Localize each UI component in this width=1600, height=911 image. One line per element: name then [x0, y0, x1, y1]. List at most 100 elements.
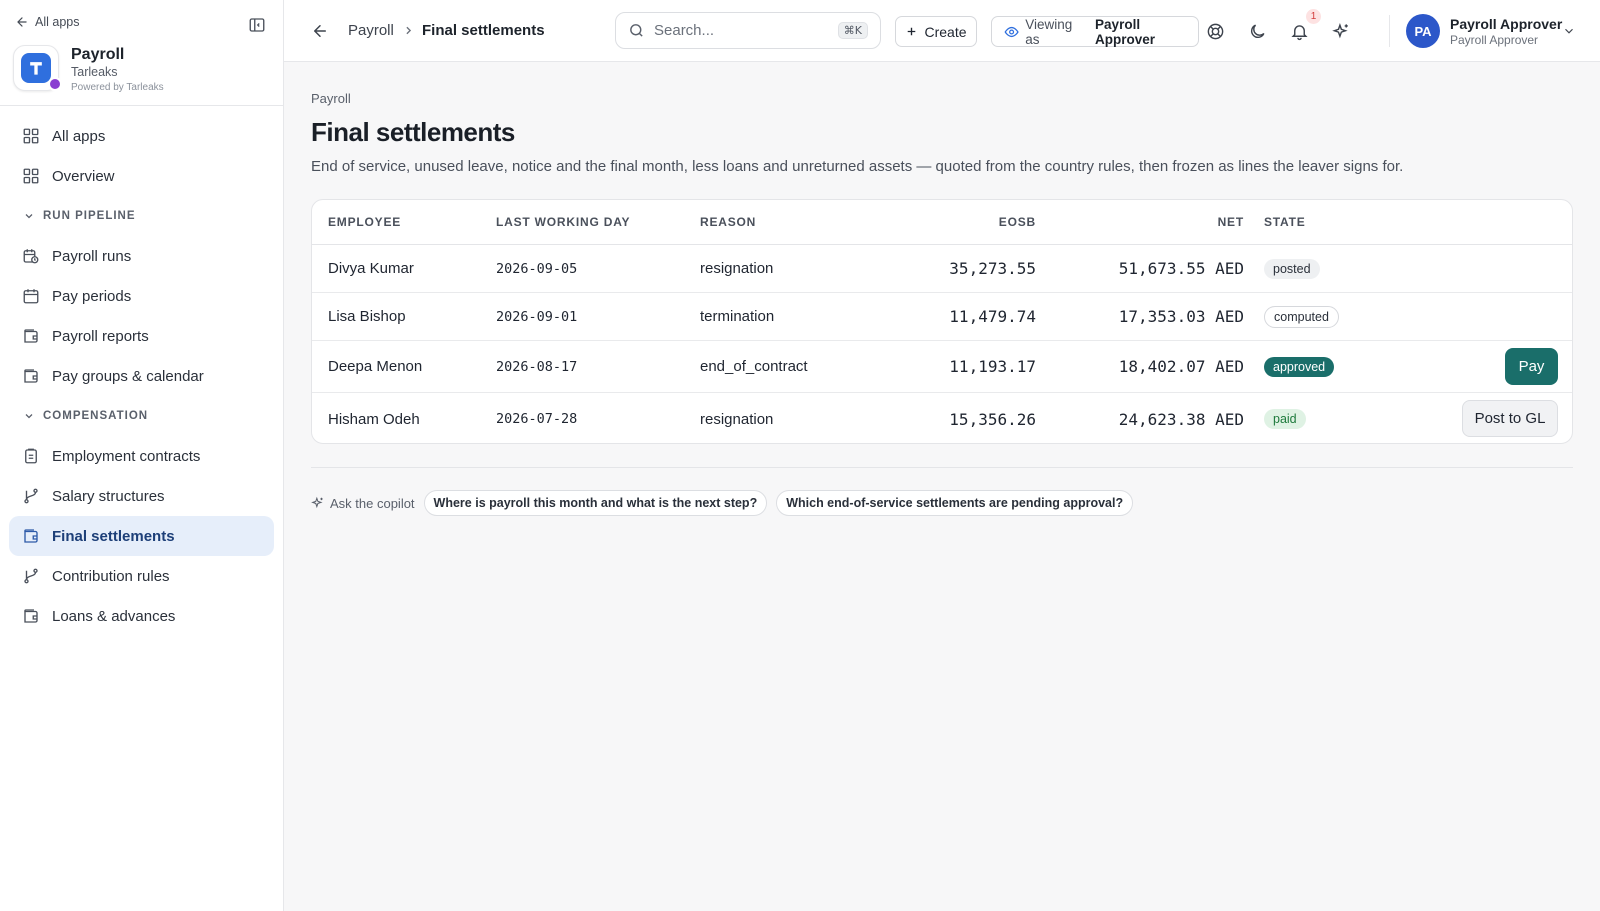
column-header-eosb[interactable]: EOSB	[976, 200, 1036, 244]
breadcrumb-payroll[interactable]: Payroll	[348, 22, 394, 39]
sidebar-item-pay-periods[interactable]: Pay periods	[9, 276, 274, 316]
sidebar-nav: All apps Overview RUN PIPELINE Payroll r…	[0, 106, 283, 636]
viewing-as-button[interactable]: Viewing as Payroll Approver	[991, 16, 1199, 47]
sidebar-item-all-apps[interactable]: All apps	[9, 116, 274, 156]
sidebar-item-label: Loans & advances	[52, 607, 176, 625]
sidebar-item-label: Payroll runs	[52, 247, 132, 265]
net-amount: 24,623.38 AED	[1118, 409, 1244, 429]
main-area: Payroll Final settlements ⌘K Create View…	[284, 0, 1600, 911]
section-title: RUN PIPELINE	[43, 210, 136, 222]
table-row[interactable]: Divya Kumar 2026-09-05 resignation 35,27…	[312, 245, 1572, 293]
chevron-down-icon[interactable]	[1562, 24, 1576, 38]
page-breadcrumb[interactable]: Payroll	[311, 91, 351, 106]
sidebar-item-loans-advances[interactable]: Loans & advances	[9, 596, 274, 636]
back-button[interactable]	[308, 19, 332, 43]
collapse-sidebar-button[interactable]	[246, 14, 268, 36]
table-row[interactable]: Deepa Menon 2026-08-17 end_of_contract 1…	[312, 341, 1572, 393]
user-name[interactable]: Payroll Approver	[1450, 16, 1562, 32]
branch-icon	[21, 566, 41, 586]
pay-button[interactable]: Pay	[1505, 348, 1558, 385]
wallet-icon	[21, 526, 41, 546]
sidebar: All apps Payroll Tarleaks Powered by Tar…	[0, 0, 284, 911]
sidebar-item-label: Pay groups & calendar	[52, 367, 204, 385]
page-description: End of service, unused leave, notice and…	[311, 158, 1404, 175]
app-badge-icon	[48, 77, 62, 91]
sidebar-item-salary-structures[interactable]: Salary structures	[9, 476, 274, 516]
notifications-button[interactable]	[1287, 19, 1311, 43]
app-logo	[13, 45, 62, 91]
employee-name: Hisham Odeh	[328, 410, 420, 428]
table-row[interactable]: Hisham Odeh 2026-07-28 resignation 15,35…	[312, 393, 1572, 443]
reason: end_of_contract	[700, 358, 808, 375]
sidebar-collapse-icon	[249, 18, 265, 32]
viewing-role: Payroll Approver	[1095, 16, 1156, 47]
eosb-amount: 11,193.17	[949, 357, 1036, 376]
section-title: COMPENSATION	[43, 410, 149, 422]
viewing-prefix: Viewing as	[1025, 16, 1073, 47]
topbar-divider	[1389, 15, 1390, 47]
sidebar-item-overview[interactable]: Overview	[9, 156, 274, 196]
copilot-suggestion-chip[interactable]: Where is payroll this month and what is …	[423, 490, 768, 516]
sidebar-item-label: Employment contracts	[52, 447, 201, 465]
status-badge: computed	[1264, 305, 1339, 328]
wallet-icon	[21, 326, 41, 346]
last-working-day: 2026-09-05	[496, 260, 578, 277]
sidebar-item-contribution-rules[interactable]: Contribution rules	[9, 556, 274, 596]
lifebuoy-icon	[1207, 23, 1223, 39]
search-box[interactable]: ⌘K	[615, 12, 881, 49]
powered-by: Powered by Tarleaks	[71, 82, 164, 93]
column-header-net[interactable]: NET	[1172, 200, 1244, 244]
search-icon	[630, 24, 643, 37]
sidebar-item-label: Pay periods	[52, 287, 132, 305]
arrow-left-icon	[314, 25, 326, 37]
sidebar-item-employment-contracts[interactable]: Employment contracts	[9, 436, 274, 476]
wallet-icon	[21, 366, 41, 386]
post-to-gl-button[interactable]: Post to GL	[1462, 400, 1558, 437]
sidebar-item-label: Contribution rules	[52, 567, 170, 585]
create-label: Create	[924, 23, 967, 40]
sparkles-icon	[1331, 22, 1348, 38]
table-row[interactable]: Lisa Bishop 2026-09-01 termination 11,47…	[312, 293, 1572, 341]
wallet-icon	[21, 606, 41, 626]
last-working-day: 2026-08-17	[496, 358, 578, 375]
column-header-reason[interactable]: REASON	[700, 200, 756, 244]
app-org: Tarleaks	[71, 65, 118, 79]
section-run-pipeline[interactable]: RUN PIPELINE	[9, 196, 274, 236]
net-amount: 17,353.03 AED	[1118, 307, 1244, 326]
sidebar-item-payroll-reports[interactable]: Payroll reports	[9, 316, 274, 356]
sidebar-item-label: All apps	[52, 127, 106, 145]
avatar[interactable]: PA	[1406, 14, 1440, 48]
ai-assistant-button[interactable]	[1329, 19, 1353, 43]
user-role: Payroll Approver	[1450, 33, 1539, 47]
help-button[interactable]	[1203, 19, 1227, 43]
employee-name: Divya Kumar	[328, 260, 414, 277]
all-apps-back-label: All apps	[35, 15, 80, 29]
search-shortcut: ⌘K	[837, 22, 868, 39]
app-name: Payroll	[71, 46, 125, 63]
topbar: Payroll Final settlements ⌘K Create View…	[284, 0, 1600, 62]
sidebar-item-final-settlements[interactable]: Final settlements	[9, 516, 274, 556]
copilot-suggestion-chip[interactable]: Which end-of-service settlements are pen…	[776, 490, 1134, 516]
create-button[interactable]: Create	[895, 16, 977, 47]
eosb-amount: 35,273.55	[949, 259, 1036, 278]
column-header-employee[interactable]: EMPLOYEE	[328, 200, 401, 244]
sidebar-header: All apps Payroll Tarleaks Powered by Tar…	[0, 0, 283, 106]
calendar-clock-icon	[21, 246, 41, 266]
reason: termination	[700, 308, 775, 325]
search-input[interactable]	[654, 22, 824, 39]
column-header-state[interactable]: STATE	[1264, 200, 1306, 244]
column-header-last-working-day[interactable]: LAST WORKING DAY	[496, 200, 630, 244]
theme-toggle-button[interactable]	[1245, 19, 1269, 43]
copilot-label: Ask the copilot	[311, 496, 415, 511]
sidebar-item-payroll-runs[interactable]: Payroll runs	[9, 236, 274, 276]
employee-name: Deepa Menon	[328, 358, 423, 375]
sidebar-item-pay-groups[interactable]: Pay groups & calendar	[9, 356, 274, 396]
eye-icon	[1004, 26, 1019, 37]
plus-icon	[908, 27, 916, 36]
net-amount: 51,673.55 AED	[1118, 259, 1244, 278]
all-apps-back-link[interactable]: All apps	[15, 15, 79, 29]
section-compensation[interactable]: COMPENSATION	[9, 396, 274, 436]
moon-icon	[1250, 24, 1264, 38]
status-badge: approved	[1264, 356, 1335, 377]
copilot-label-text: Ask the copilot	[330, 495, 415, 511]
